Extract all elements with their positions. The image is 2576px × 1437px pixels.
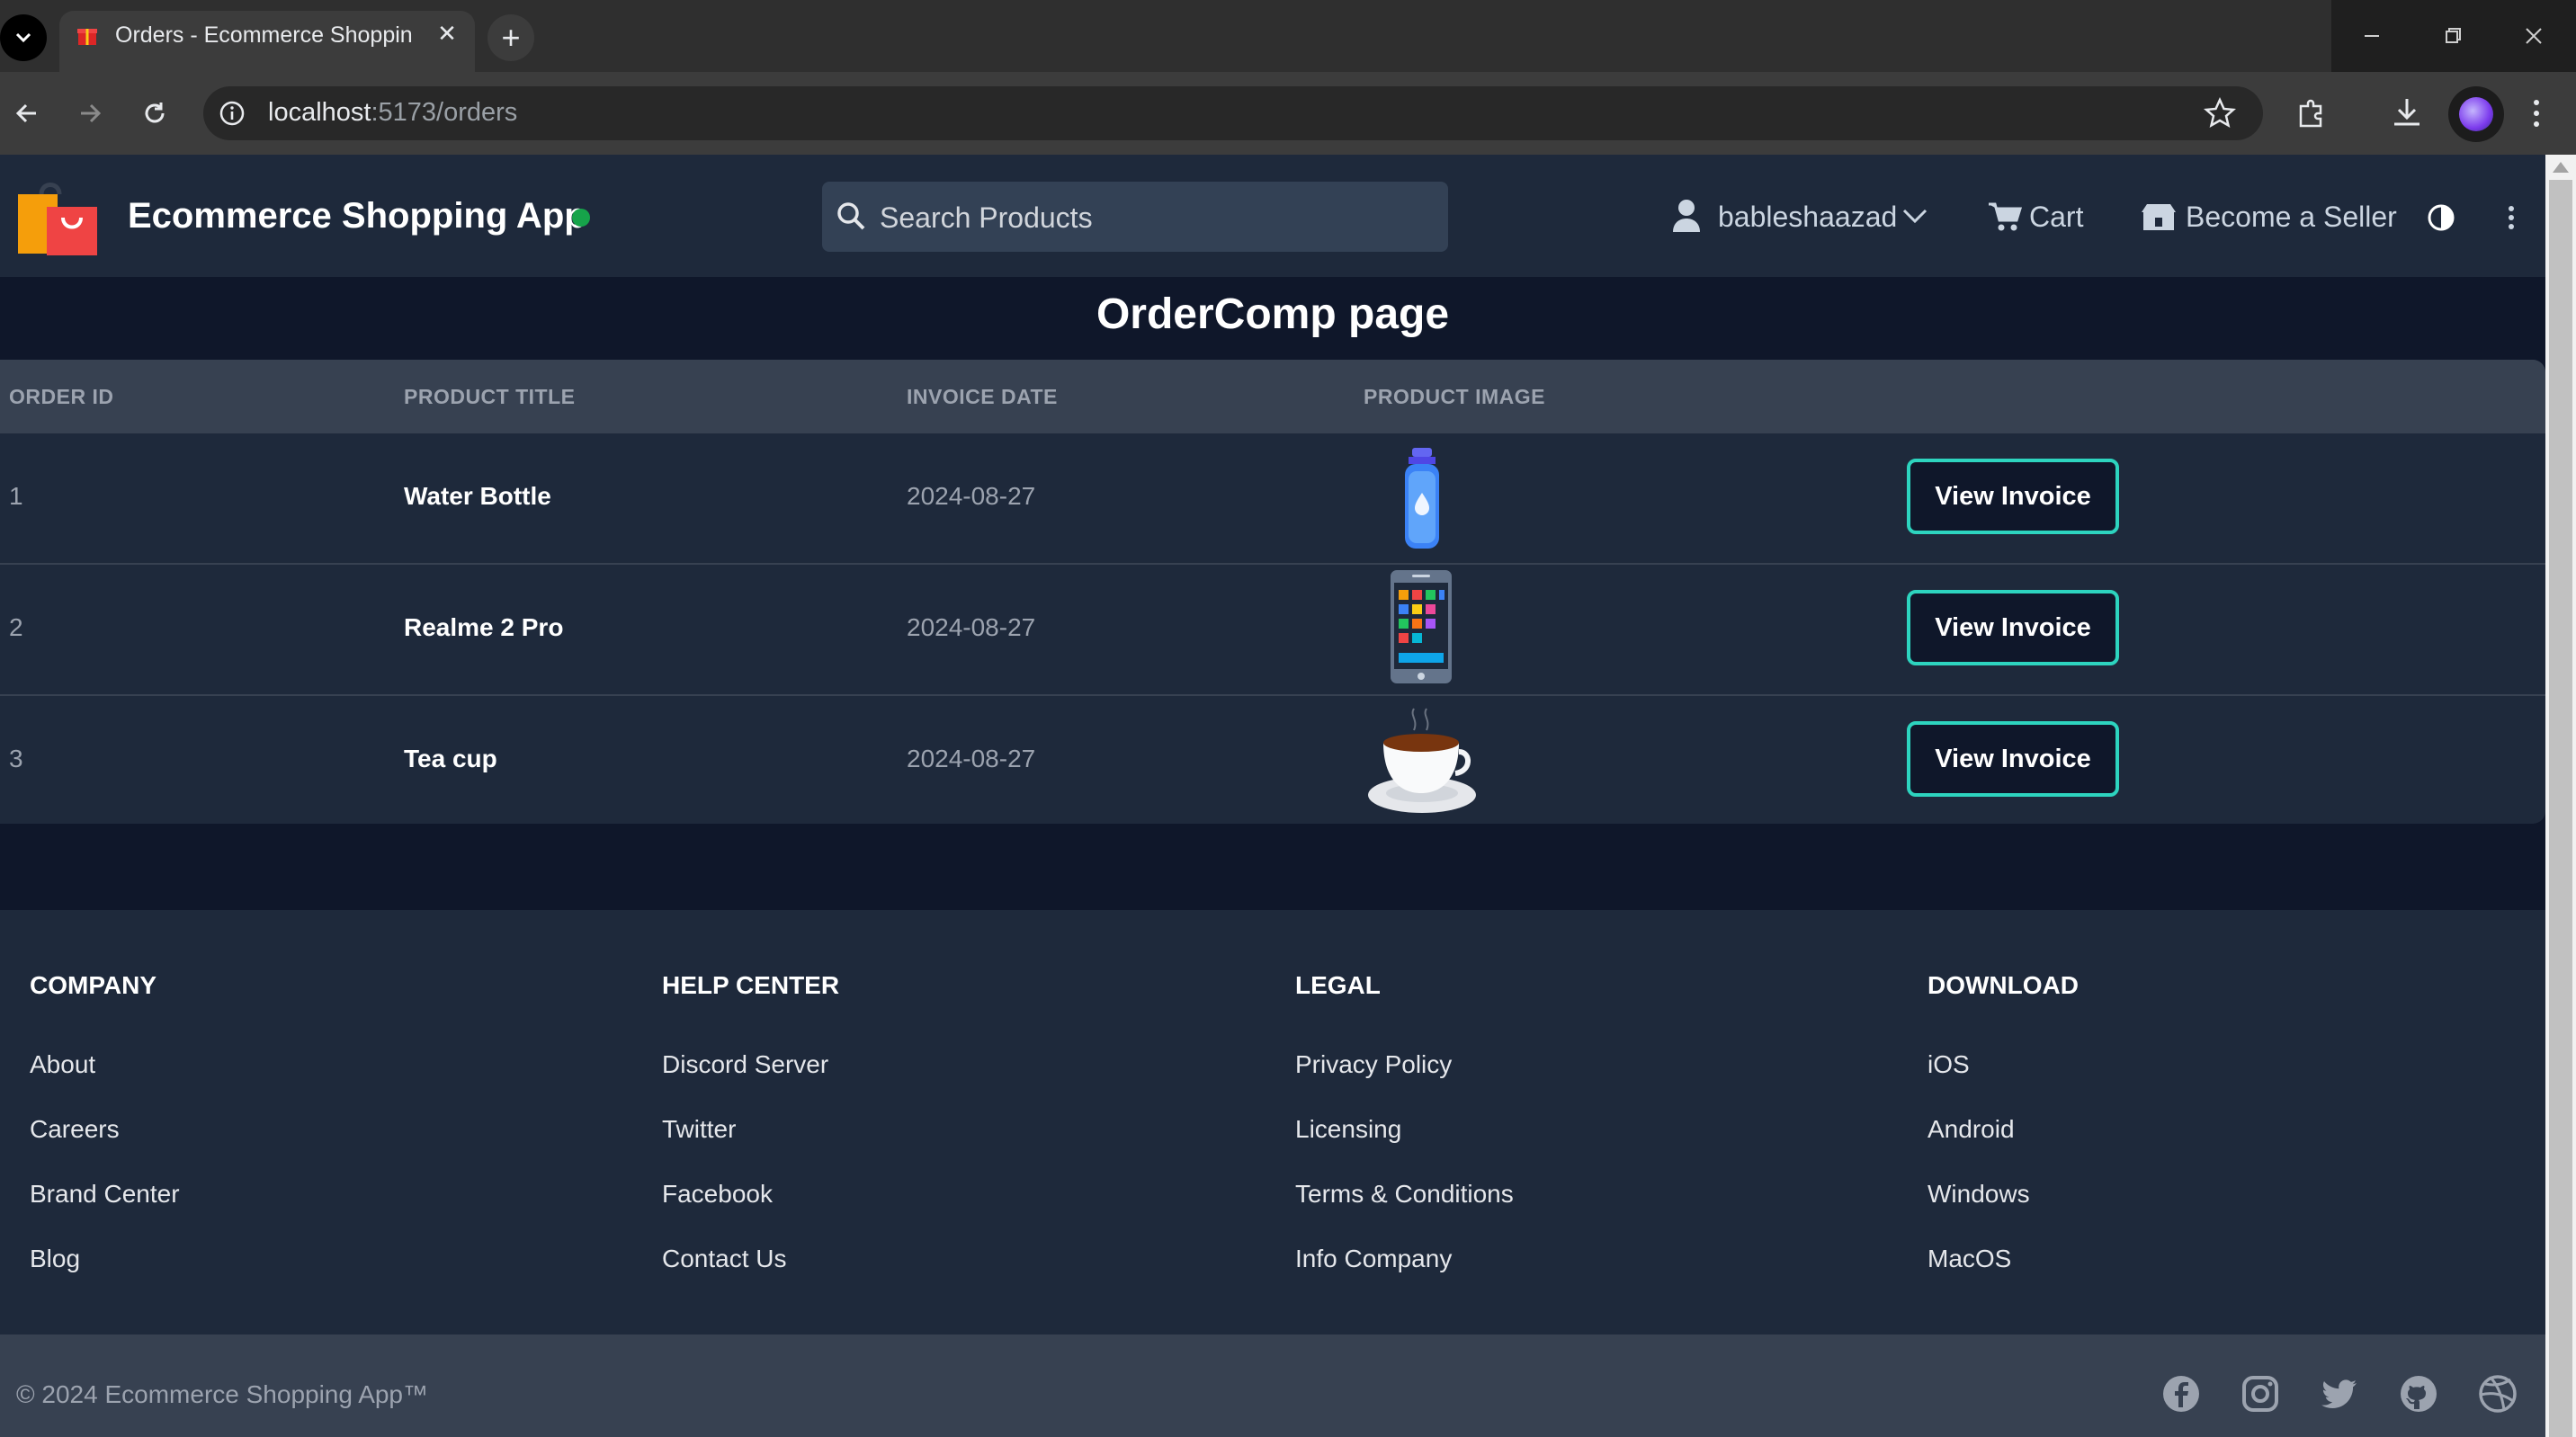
tea-cup-icon <box>1368 708 1476 813</box>
become-seller-link[interactable]: Become a Seller <box>2141 198 2411 237</box>
shopping-bag-logo-icon[interactable] <box>14 176 101 259</box>
gift-favicon-icon <box>77 29 97 45</box>
twitter-icon[interactable] <box>2319 1373 2360 1415</box>
site-info-icon[interactable] <box>218 99 246 128</box>
footer-link-discord[interactable]: Discord Server <box>662 1050 828 1079</box>
minimize-icon <box>2365 35 2379 37</box>
footer-link-blog[interactable]: Blog <box>30 1245 80 1273</box>
reload-button[interactable] <box>131 90 178 137</box>
restore-icon <box>2446 28 2461 43</box>
forward-button[interactable] <box>67 90 113 137</box>
footer <box>0 910 2545 1334</box>
view-invoice-button[interactable]: View Invoice <box>1907 721 2119 797</box>
view-invoice-button[interactable]: View Invoice <box>1907 459 2119 534</box>
table-row <box>0 432 2545 563</box>
footer-link-privacy-policy[interactable]: Privacy Policy <box>1295 1050 1452 1079</box>
avatar <box>2459 97 2493 131</box>
arrow-right-icon <box>81 103 102 123</box>
url-text[interactable]: localhost:5173/orders <box>268 98 517 128</box>
tab-close-icon[interactable]: ✕ <box>432 18 462 49</box>
tab-search-button[interactable] <box>0 14 47 61</box>
footer-link-facebook[interactable]: Facebook <box>662 1180 773 1209</box>
github-icon[interactable] <box>2398 1373 2439 1415</box>
app-title[interactable]: Ecommerce Shopping App <box>128 196 586 237</box>
scrollbar-thumb[interactable] <box>2549 180 2572 1437</box>
browser-menu-icon[interactable] <box>2526 94 2547 133</box>
chevron-down-icon <box>15 32 31 43</box>
minimize-button[interactable] <box>2331 0 2412 72</box>
url-host: localhost <box>268 98 371 127</box>
footer-link-about[interactable]: About <box>30 1050 95 1079</box>
cart-link[interactable]: Cart <box>1988 198 2087 237</box>
invoice-date: 2024-08-27 <box>907 482 1036 510</box>
online-status-icon <box>572 209 590 227</box>
order-id: 1 <box>9 482 23 510</box>
store-icon <box>2142 204 2176 230</box>
back-button[interactable] <box>4 90 50 137</box>
more-menu-icon[interactable] <box>2500 201 2522 234</box>
theme-toggle-icon[interactable] <box>2425 201 2457 234</box>
reload-icon <box>145 103 165 123</box>
column-header-product-title: PRODUCT TITLE <box>404 385 576 408</box>
footer-link-contact-us[interactable]: Contact Us <box>662 1245 787 1273</box>
footer-link-brand-center[interactable]: Brand Center <box>30 1180 180 1209</box>
cart-label: Cart <box>2029 201 2084 233</box>
order-id: 3 <box>9 745 23 772</box>
new-tab-button[interactable]: + <box>487 14 534 61</box>
user-icon <box>1673 200 1700 232</box>
view-invoice-button[interactable]: View Invoice <box>1907 590 2119 665</box>
download-icon[interactable] <box>2387 94 2427 133</box>
close-window-button[interactable] <box>2493 0 2574 72</box>
invoice-date: 2024-08-27 <box>907 613 1036 641</box>
facebook-icon[interactable] <box>2160 1373 2202 1415</box>
footer-heading: HELP CENTER <box>662 971 840 999</box>
table-row <box>0 563 2545 694</box>
extensions-icon[interactable] <box>2292 94 2331 133</box>
tab-title: Orders - Ecommerce Shopping App <box>115 22 412 48</box>
footer-heading: COMPANY <box>30 971 157 999</box>
column-header-product-image: PRODUCT IMAGE <box>1364 385 1545 408</box>
footer-link-ios[interactable]: iOS <box>1928 1050 1970 1079</box>
water-bottle-icon <box>1405 448 1439 549</box>
arrow-left-icon <box>15 103 36 123</box>
invoice-date: 2024-08-27 <box>907 745 1036 772</box>
restore-button[interactable] <box>2412 0 2493 72</box>
table-header <box>0 360 2545 432</box>
url-path: :5173/orders <box>371 98 518 127</box>
product-title: Tea cup <box>404 745 497 772</box>
product-title: Water Bottle <box>404 482 551 510</box>
chevron-down-icon <box>1902 209 1928 224</box>
user-name: bableshaazad <box>1718 201 1898 233</box>
close-icon <box>2526 28 2542 44</box>
search-placeholder: Search Products <box>880 201 1093 234</box>
product-title: Realme 2 Pro <box>404 613 564 641</box>
footer-heading: LEGAL <box>1295 971 1381 999</box>
footer-link-windows[interactable]: Windows <box>1928 1180 2030 1209</box>
footer-link-macos[interactable]: MacOS <box>1928 1245 2011 1273</box>
column-header-invoice-date: INVOICE DATE <box>907 385 1058 408</box>
profile-avatar-button[interactable] <box>2448 86 2504 142</box>
footer-link-twitter[interactable]: Twitter <box>662 1115 736 1144</box>
column-header-order-id: ORDER ID <box>9 385 114 408</box>
cart-icon <box>1989 202 2022 231</box>
footer-link-licensing[interactable]: Licensing <box>1295 1115 1401 1144</box>
bookmark-star-icon[interactable] <box>2202 95 2238 131</box>
search-icon <box>837 202 865 230</box>
seller-label: Become a Seller <box>2186 201 2397 233</box>
scroll-up-arrow-icon[interactable] <box>2553 162 2569 173</box>
mobile-phone-icon <box>1391 570 1452 683</box>
order-id: 2 <box>9 613 23 641</box>
footer-link-careers[interactable]: Careers <box>30 1115 120 1144</box>
footer-link-info-company[interactable]: Info Company <box>1295 1245 1452 1273</box>
user-menu-button[interactable]: bableshaazad <box>1671 198 1932 237</box>
footer-heading: DOWNLOAD <box>1928 971 2079 999</box>
footer-link-android[interactable]: Android <box>1928 1115 2015 1144</box>
dribbble-icon[interactable] <box>2477 1373 2518 1415</box>
footer-link-terms[interactable]: Terms & Conditions <box>1295 1180 1514 1209</box>
table-row <box>0 694 2545 826</box>
copyright-text: © 2024 Ecommerce Shopping App™ <box>16 1380 429 1408</box>
page-title: OrderComp page <box>1096 290 1450 338</box>
instagram-icon[interactable] <box>2240 1373 2281 1415</box>
